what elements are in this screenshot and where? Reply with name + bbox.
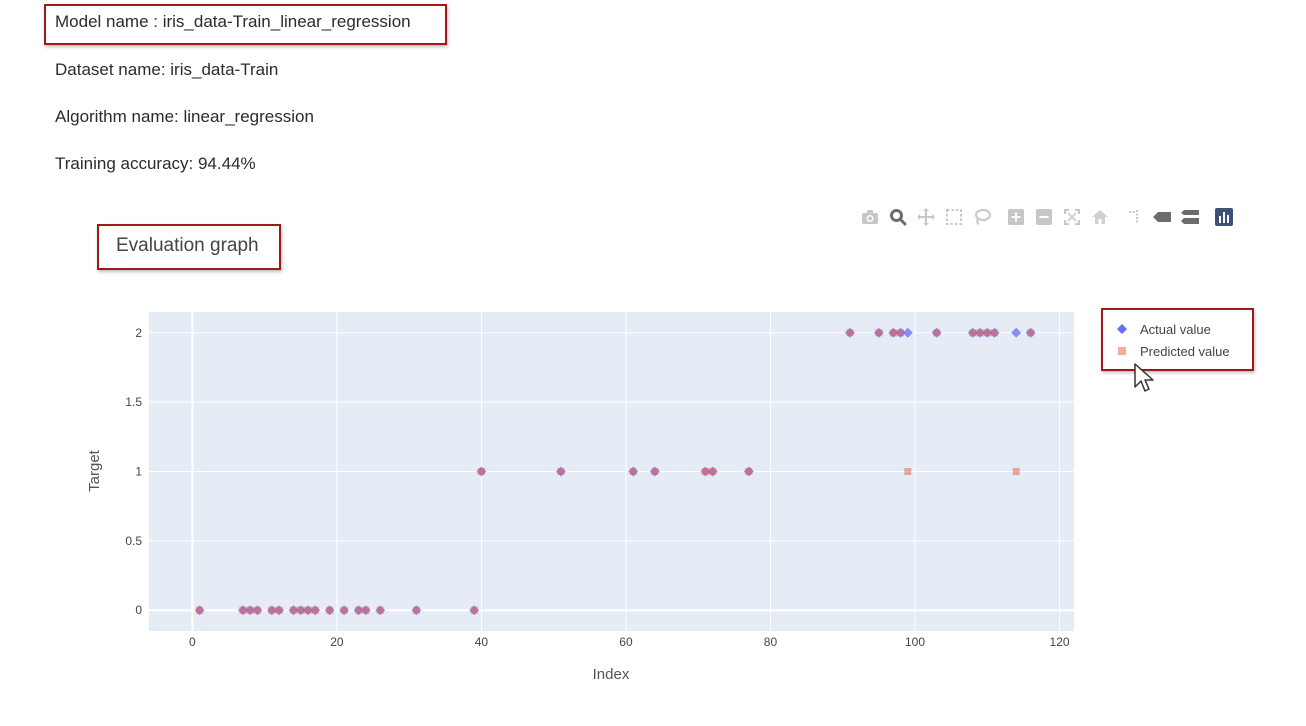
- predicted-value-point[interactable]: [904, 468, 912, 475]
- predicted-value-point[interactable]: [304, 606, 312, 614]
- predicted-value-point[interactable]: [275, 606, 283, 614]
- predicted-value-point[interactable]: [976, 329, 984, 337]
- predicted-value-point[interactable]: [470, 606, 478, 614]
- predicted-value-point[interactable]: [1027, 329, 1035, 337]
- square-icon: [1114, 344, 1130, 359]
- y-tick-label: 2: [135, 326, 142, 340]
- diamond-icon: [1114, 322, 1130, 337]
- predicted-value-point[interactable]: [239, 606, 247, 614]
- x-tick-label: 120: [1050, 635, 1070, 649]
- x-tick-label: 0: [189, 635, 196, 649]
- predicted-value-point[interactable]: [897, 329, 905, 337]
- y-tick-label: 1: [135, 465, 142, 479]
- x-tick-label: 20: [330, 635, 344, 649]
- predicted-value-point[interactable]: [1012, 468, 1020, 475]
- legend-label-actual: Actual value: [1140, 322, 1211, 337]
- predicted-value-point[interactable]: [969, 329, 977, 337]
- predicted-value-point[interactable]: [340, 606, 348, 614]
- predicted-value-point[interactable]: [412, 606, 420, 614]
- predicted-value-point[interactable]: [311, 606, 319, 614]
- predicted-value-point[interactable]: [709, 468, 717, 475]
- y-axis-title: Target: [86, 449, 103, 492]
- mouse-cursor-icon: [1134, 363, 1154, 392]
- predicted-value-point[interactable]: [889, 329, 897, 337]
- y-tick-label: 0.5: [125, 534, 142, 548]
- predicted-value-point[interactable]: [629, 468, 637, 475]
- predicted-value-point[interactable]: [933, 329, 941, 337]
- y-tick-label: 1.5: [125, 395, 142, 409]
- predicted-value-point[interactable]: [991, 329, 999, 337]
- y-tick-label: 0: [135, 603, 142, 617]
- predicted-value-point[interactable]: [362, 606, 370, 614]
- predicted-value-point[interactable]: [557, 468, 565, 475]
- legend-item-predicted[interactable]: Predicted value: [1114, 344, 1230, 359]
- x-tick-label: 60: [619, 635, 633, 649]
- predicted-value-point[interactable]: [268, 606, 276, 614]
- predicted-value-point[interactable]: [376, 606, 384, 614]
- x-tick-label: 80: [764, 635, 778, 649]
- predicted-value-point[interactable]: [651, 468, 659, 475]
- predicted-value-point[interactable]: [196, 606, 204, 614]
- legend-label-predicted: Predicted value: [1140, 344, 1230, 359]
- legend: Actual value Predicted value: [1104, 312, 1254, 370]
- predicted-value-point[interactable]: [983, 329, 991, 337]
- predicted-value-point[interactable]: [745, 468, 753, 475]
- predicted-value-point[interactable]: [701, 468, 709, 475]
- predicted-value-point[interactable]: [846, 329, 854, 337]
- predicted-value-point[interactable]: [477, 468, 485, 475]
- legend-item-actual[interactable]: Actual value: [1114, 322, 1211, 337]
- predicted-value-point[interactable]: [297, 606, 305, 614]
- predicted-value-point[interactable]: [326, 606, 334, 614]
- x-axis-title: Index: [593, 666, 630, 683]
- x-tick-label: 40: [475, 635, 489, 649]
- predicted-value-point[interactable]: [875, 329, 883, 337]
- predicted-value-point[interactable]: [253, 606, 261, 614]
- predicted-value-point[interactable]: [246, 606, 254, 614]
- predicted-value-point[interactable]: [290, 606, 298, 614]
- predicted-value-point[interactable]: [355, 606, 363, 614]
- x-tick-label: 100: [905, 635, 925, 649]
